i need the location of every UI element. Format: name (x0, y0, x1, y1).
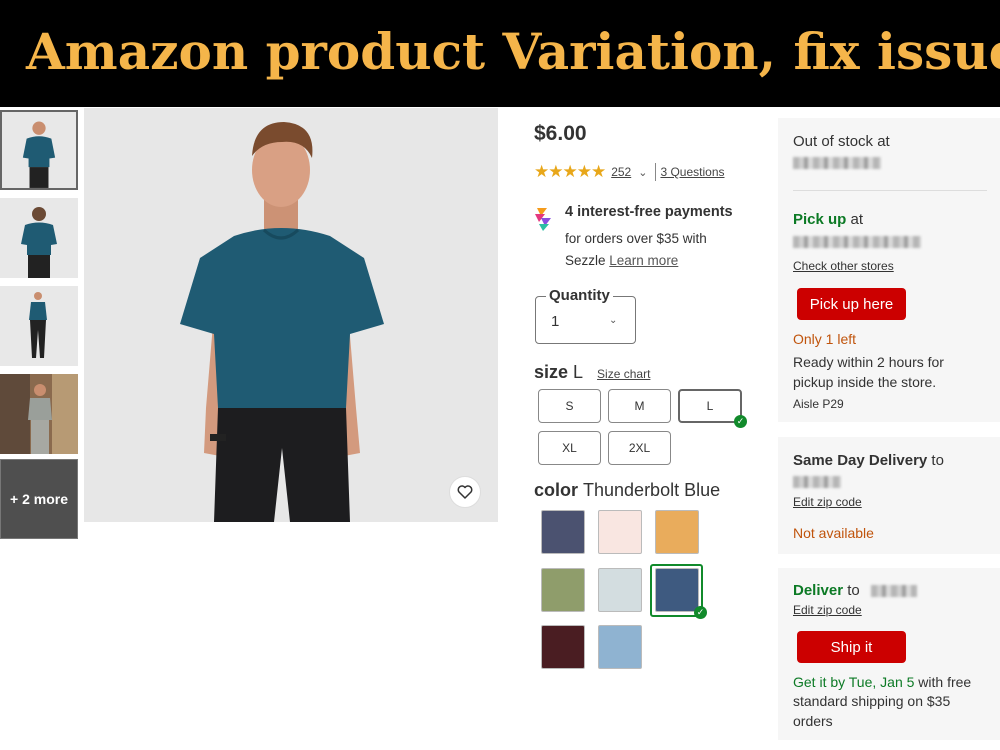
color-label: color (534, 480, 579, 500)
heart-icon (457, 485, 473, 499)
delivery-eta: Get it by Tue, Jan 5 with free (793, 674, 971, 690)
size-option-m[interactable]: M (608, 389, 671, 423)
delivery-date: Get it by Tue, Jan 5 (793, 674, 915, 690)
deliver-to: to (843, 582, 860, 599)
pickup-at: at (846, 211, 864, 228)
color-swatch[interactable] (541, 625, 585, 669)
edit-zip-link[interactable]: Edit zip code (793, 603, 862, 617)
color-swatch[interactable] (598, 625, 642, 669)
same-day-to: to (927, 452, 944, 469)
pickup-bold: Pick up (793, 211, 847, 228)
size-selected: L (573, 362, 584, 382)
stock-count: Only 1 left (793, 331, 857, 347)
store-name-blurred (793, 157, 881, 169)
deliver-title: Deliver to (793, 582, 860, 599)
aisle-text: Aisle P29 (793, 397, 844, 411)
out-of-stock-text: Out of stock at (793, 133, 890, 150)
color-swatch[interactable] (541, 568, 585, 612)
color-swatch-selected[interactable] (655, 568, 699, 612)
pickup-here-button[interactable]: Pick up here (797, 288, 906, 320)
edit-zip-link[interactable]: Edit zip code (793, 495, 862, 509)
color-swatch[interactable] (598, 510, 642, 554)
star-rating-icon: ★★★★★ (534, 162, 606, 181)
thumbnail-3[interactable] (0, 286, 78, 366)
size-option-s[interactable]: S (538, 389, 601, 423)
main-product-image (84, 108, 498, 522)
thumbnail-4[interactable] (0, 374, 78, 454)
ready-line1: Ready within 2 hours for (793, 354, 944, 370)
more-images-button[interactable]: + 2 more (0, 459, 78, 539)
payment-line2: Sezzle (565, 253, 610, 268)
sezzle-icon (535, 208, 551, 231)
delivery-line2: standard shipping on $35 (793, 693, 951, 709)
thumbnail-1[interactable] (0, 110, 78, 190)
size-option-l[interactable]: L (678, 389, 742, 423)
size-label: size (534, 362, 569, 382)
ready-line2: pickup inside the store. (793, 374, 937, 390)
check-icon: ✓ (734, 415, 747, 428)
same-day-status: Not available (793, 525, 874, 541)
deliver-bold: Deliver (793, 582, 844, 599)
color-selected: Thunderbolt Blue (583, 480, 721, 500)
chevron-down-icon: ⌄ (609, 315, 618, 326)
size-option-xl[interactable]: XL (538, 431, 601, 465)
thumbnail-image (2, 112, 76, 188)
delivery-eta-rest: with free (914, 674, 972, 690)
divider (655, 163, 657, 181)
payment-details: for orders over $35 with Sezzle Learn mo… (565, 228, 765, 272)
color-header: color Thunderbolt Blue (534, 480, 720, 501)
delivery-line3: orders (793, 713, 833, 729)
chevron-down-icon[interactable]: ⌄ (638, 166, 647, 179)
zip-blurred (871, 585, 917, 597)
ship-it-button[interactable]: Ship it (797, 631, 906, 663)
zip-blurred (793, 476, 841, 488)
payment-title: 4 interest-free payments (565, 204, 733, 220)
thumbnail-2[interactable] (0, 198, 78, 278)
product-price: $6.00 (534, 122, 587, 145)
questions-link[interactable]: 3 Questions (660, 165, 724, 179)
rating-row: ★★★★★ 252 ⌄ 3 Questions (534, 162, 725, 182)
review-count-link[interactable]: 252 (611, 165, 631, 179)
thumbnail-image (0, 198, 78, 278)
pickup-store-blurred (793, 236, 921, 248)
learn-more-link[interactable]: Learn more (609, 253, 678, 268)
model-photo (84, 108, 498, 522)
check-icon: ✓ (694, 606, 707, 619)
color-swatch[interactable] (541, 510, 585, 554)
pickup-title: Pick up at (793, 211, 863, 228)
quantity-label: Quantity (546, 287, 613, 304)
thumbnail-image (0, 374, 78, 454)
color-swatch[interactable] (655, 510, 699, 554)
thumbnail-image (0, 286, 78, 366)
banner-title: Amazon product Variation, fix issues (26, 22, 1000, 81)
favorite-button[interactable] (449, 476, 481, 508)
same-day-title: Same Day Delivery to (793, 452, 944, 469)
size-chart-link[interactable]: Size chart (597, 367, 650, 381)
color-swatch[interactable] (598, 568, 642, 612)
divider (793, 190, 987, 191)
same-day-bold: Same Day Delivery (793, 452, 928, 469)
title-banner: Amazon product Variation, fix issues (0, 0, 1000, 107)
quantity-value: 1 (551, 313, 560, 330)
size-option-2xl[interactable]: 2XL (608, 431, 671, 465)
payment-line1: for orders over $35 with (565, 231, 707, 246)
check-other-stores-link[interactable]: Check other stores (793, 259, 894, 273)
more-images-label: + 2 more (10, 491, 68, 507)
size-header: size L Size chart (534, 362, 650, 383)
